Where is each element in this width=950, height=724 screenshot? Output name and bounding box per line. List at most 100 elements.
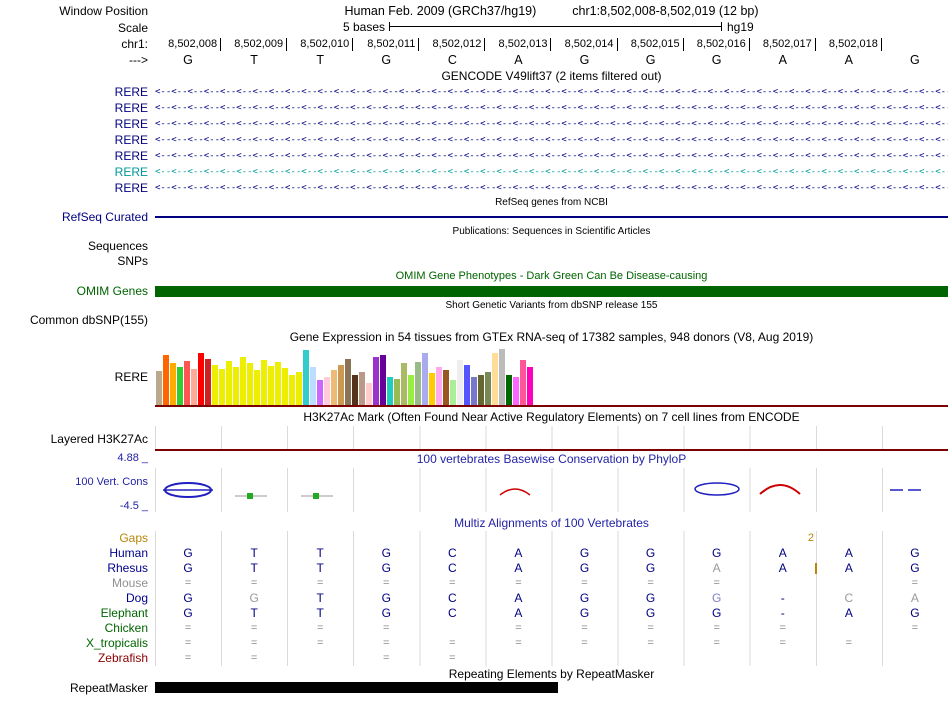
gtex-expression-bar[interactable] xyxy=(387,377,393,405)
gtex-expression-bar[interactable] xyxy=(359,372,365,405)
gtex-expression-bar[interactable] xyxy=(401,363,407,405)
publications-title[interactable]: Publications: Sequences in Scientific Ar… xyxy=(155,226,948,237)
transcript-track[interactable]: <--<--<--<--<--<--<--<--<--<--<--<--<--<… xyxy=(155,183,948,193)
gtex-expression-bar[interactable] xyxy=(275,362,281,405)
gtex-expression-bar[interactable] xyxy=(450,380,456,405)
ruler-track[interactable]: 8,502,008 8,502,009 8,502,010 8,502,011 8,50… xyxy=(155,37,948,51)
gtex-expression-bar[interactable] xyxy=(198,353,204,405)
gtex-expression-bar[interactable] xyxy=(163,355,169,405)
gtex-expression-bar[interactable] xyxy=(303,350,309,405)
gtex-expression-bar[interactable] xyxy=(191,369,197,405)
h3k27ac-label[interactable]: Layered H3K27Ac xyxy=(0,432,152,446)
gtex-expression-bar[interactable] xyxy=(408,375,414,405)
gtex-expression-bar[interactable] xyxy=(261,360,267,405)
gtex-expression-bar[interactable] xyxy=(492,353,498,405)
gtex-expression-bar[interactable] xyxy=(366,383,372,405)
gtex-expression-bar[interactable] xyxy=(156,371,162,405)
gtex-expression-bar[interactable] xyxy=(254,370,260,405)
gtex-expression-bar[interactable] xyxy=(527,367,533,405)
gtex-expression-bar[interactable] xyxy=(345,359,351,405)
gencode-title[interactable]: GENCODE V49lift37 (2 items filtered out) xyxy=(155,69,948,83)
sequences-label[interactable]: Sequences xyxy=(0,239,152,253)
gtex-expression-bar[interactable] xyxy=(485,372,491,405)
species-label[interactable]: X_tropicalis xyxy=(0,636,152,651)
repeatmasker-label[interactable]: RepeatMasker xyxy=(0,681,152,695)
repeat-element-bar[interactable] xyxy=(155,682,558,693)
gtex-expression-bar[interactable] xyxy=(310,367,316,405)
species-label[interactable]: Elephant xyxy=(0,606,152,621)
gtex-title[interactable]: Gene Expression in 54 tissues from GTEx … xyxy=(155,330,948,344)
dbsnp-title[interactable]: Short Genetic Variants from dbSNP releas… xyxy=(155,300,948,311)
gene-label[interactable]: RERE xyxy=(0,117,152,131)
repeatmasker-track[interactable] xyxy=(155,682,948,693)
species-label[interactable]: Mouse xyxy=(0,576,152,591)
gtex-expression-bar[interactable] xyxy=(296,372,302,405)
transcript-track[interactable]: <--<--<--<--<--<--<--<--<--<--<--<--<--<… xyxy=(155,119,948,129)
gtex-expression-bar[interactable] xyxy=(464,365,470,405)
phylop-plot[interactable] xyxy=(155,468,948,512)
gtex-expression-bar[interactable] xyxy=(240,357,246,405)
gtex-expression-bar[interactable] xyxy=(268,366,274,405)
gtex-expression-bar[interactable] xyxy=(205,359,211,405)
gene-label[interactable]: RERE xyxy=(0,101,152,115)
refseq-curated-label[interactable]: RefSeq Curated xyxy=(0,210,152,224)
species-label[interactable]: Gaps xyxy=(0,531,152,546)
gtex-expression-bar[interactable] xyxy=(324,377,330,405)
gtex-expression-bar[interactable] xyxy=(170,363,176,405)
gene-label[interactable]: RERE xyxy=(0,165,152,179)
gtex-expression-bar[interactable] xyxy=(373,357,379,405)
gtex-expression-bar[interactable] xyxy=(457,360,463,405)
gtex-expression-bar[interactable] xyxy=(212,365,218,405)
gtex-expression-bar[interactable] xyxy=(233,367,239,405)
species-label[interactable]: Dog xyxy=(0,591,152,606)
gtex-expression-bar[interactable] xyxy=(506,375,512,405)
gtex-expression-bar[interactable] xyxy=(394,379,400,405)
transcript-track[interactable]: <--<--<--<--<--<--<--<--<--<--<--<--<--<… xyxy=(155,103,948,113)
omim-track[interactable] xyxy=(155,285,948,297)
transcript-track[interactable]: <--<--<--<--<--<--<--<--<--<--<--<--<--<… xyxy=(155,135,948,145)
gene-label[interactable]: RERE xyxy=(0,149,152,163)
gtex-expression-bar[interactable] xyxy=(352,375,358,405)
gtex-expression-bar[interactable] xyxy=(338,365,344,405)
transcript-track[interactable]: <--<--<--<--<--<--<--<--<--<--<--<--<--<… xyxy=(155,151,948,161)
h3k27ac-title[interactable]: H3K27Ac Mark (Often Found Near Active Re… xyxy=(155,410,948,424)
species-label[interactable]: Human xyxy=(0,546,152,561)
transcript-track[interactable]: <--<--<--<--<--<--<--<--<--<--<--<--<--<… xyxy=(155,87,948,97)
repeatmasker-title[interactable]: Repeating Elements by RepeatMasker xyxy=(155,667,948,681)
h3k27ac-track[interactable] xyxy=(155,426,948,451)
gene-label[interactable]: RERE xyxy=(0,181,152,195)
gtex-track[interactable] xyxy=(155,347,948,407)
gtex-expression-bar[interactable] xyxy=(436,367,442,405)
gtex-expression-bar[interactable] xyxy=(380,355,386,405)
snps-label[interactable]: SNPs xyxy=(0,254,152,268)
gtex-expression-bar[interactable] xyxy=(282,368,288,405)
gtex-expression-bar[interactable] xyxy=(478,375,484,405)
omim-genes-label[interactable]: OMIM Genes xyxy=(0,284,152,298)
gtex-expression-bar[interactable] xyxy=(499,349,505,405)
gene-label[interactable]: RERE xyxy=(0,85,152,99)
gtex-expression-bar[interactable] xyxy=(247,363,253,405)
gtex-expression-bar[interactable] xyxy=(177,367,183,405)
gtex-expression-bar[interactable] xyxy=(415,362,421,405)
species-label[interactable]: Rhesus xyxy=(0,561,152,576)
refseq-curated-track[interactable] xyxy=(155,215,948,218)
omim-title[interactable]: OMIM Gene Phenotypes - Dark Green Can Be… xyxy=(155,270,948,282)
refseq-title[interactable]: RefSeq genes from NCBI xyxy=(155,197,948,208)
dbsnp-label[interactable]: Common dbSNP(155) xyxy=(0,313,152,327)
gtex-expression-bar[interactable] xyxy=(471,377,477,405)
gtex-expression-bar[interactable] xyxy=(226,361,232,405)
gtex-expression-bar[interactable] xyxy=(429,373,435,405)
species-label[interactable]: Zebrafish xyxy=(0,651,152,666)
phylop-title[interactable]: 100 vertebrates Basewise Conservation by… xyxy=(155,452,948,468)
gtex-expression-bar[interactable] xyxy=(289,375,295,405)
gtex-expression-bar[interactable] xyxy=(219,369,225,405)
multiz-title[interactable]: Multiz Alignments of 100 Vertebrates xyxy=(155,516,948,530)
gtex-expression-bar[interactable] xyxy=(422,353,428,405)
gtex-gene-label[interactable]: RERE xyxy=(0,370,152,384)
cons-track-label[interactable]: 100 Vert. Cons xyxy=(0,476,148,488)
transcript-track[interactable]: <--<--<--<--<--<--<--<--<--<--<--<--<--<… xyxy=(155,167,948,177)
gene-label[interactable]: RERE xyxy=(0,133,152,147)
gtex-expression-bar[interactable] xyxy=(184,361,190,405)
species-label[interactable]: Chicken xyxy=(0,621,152,636)
gtex-expression-bar[interactable] xyxy=(443,370,449,405)
